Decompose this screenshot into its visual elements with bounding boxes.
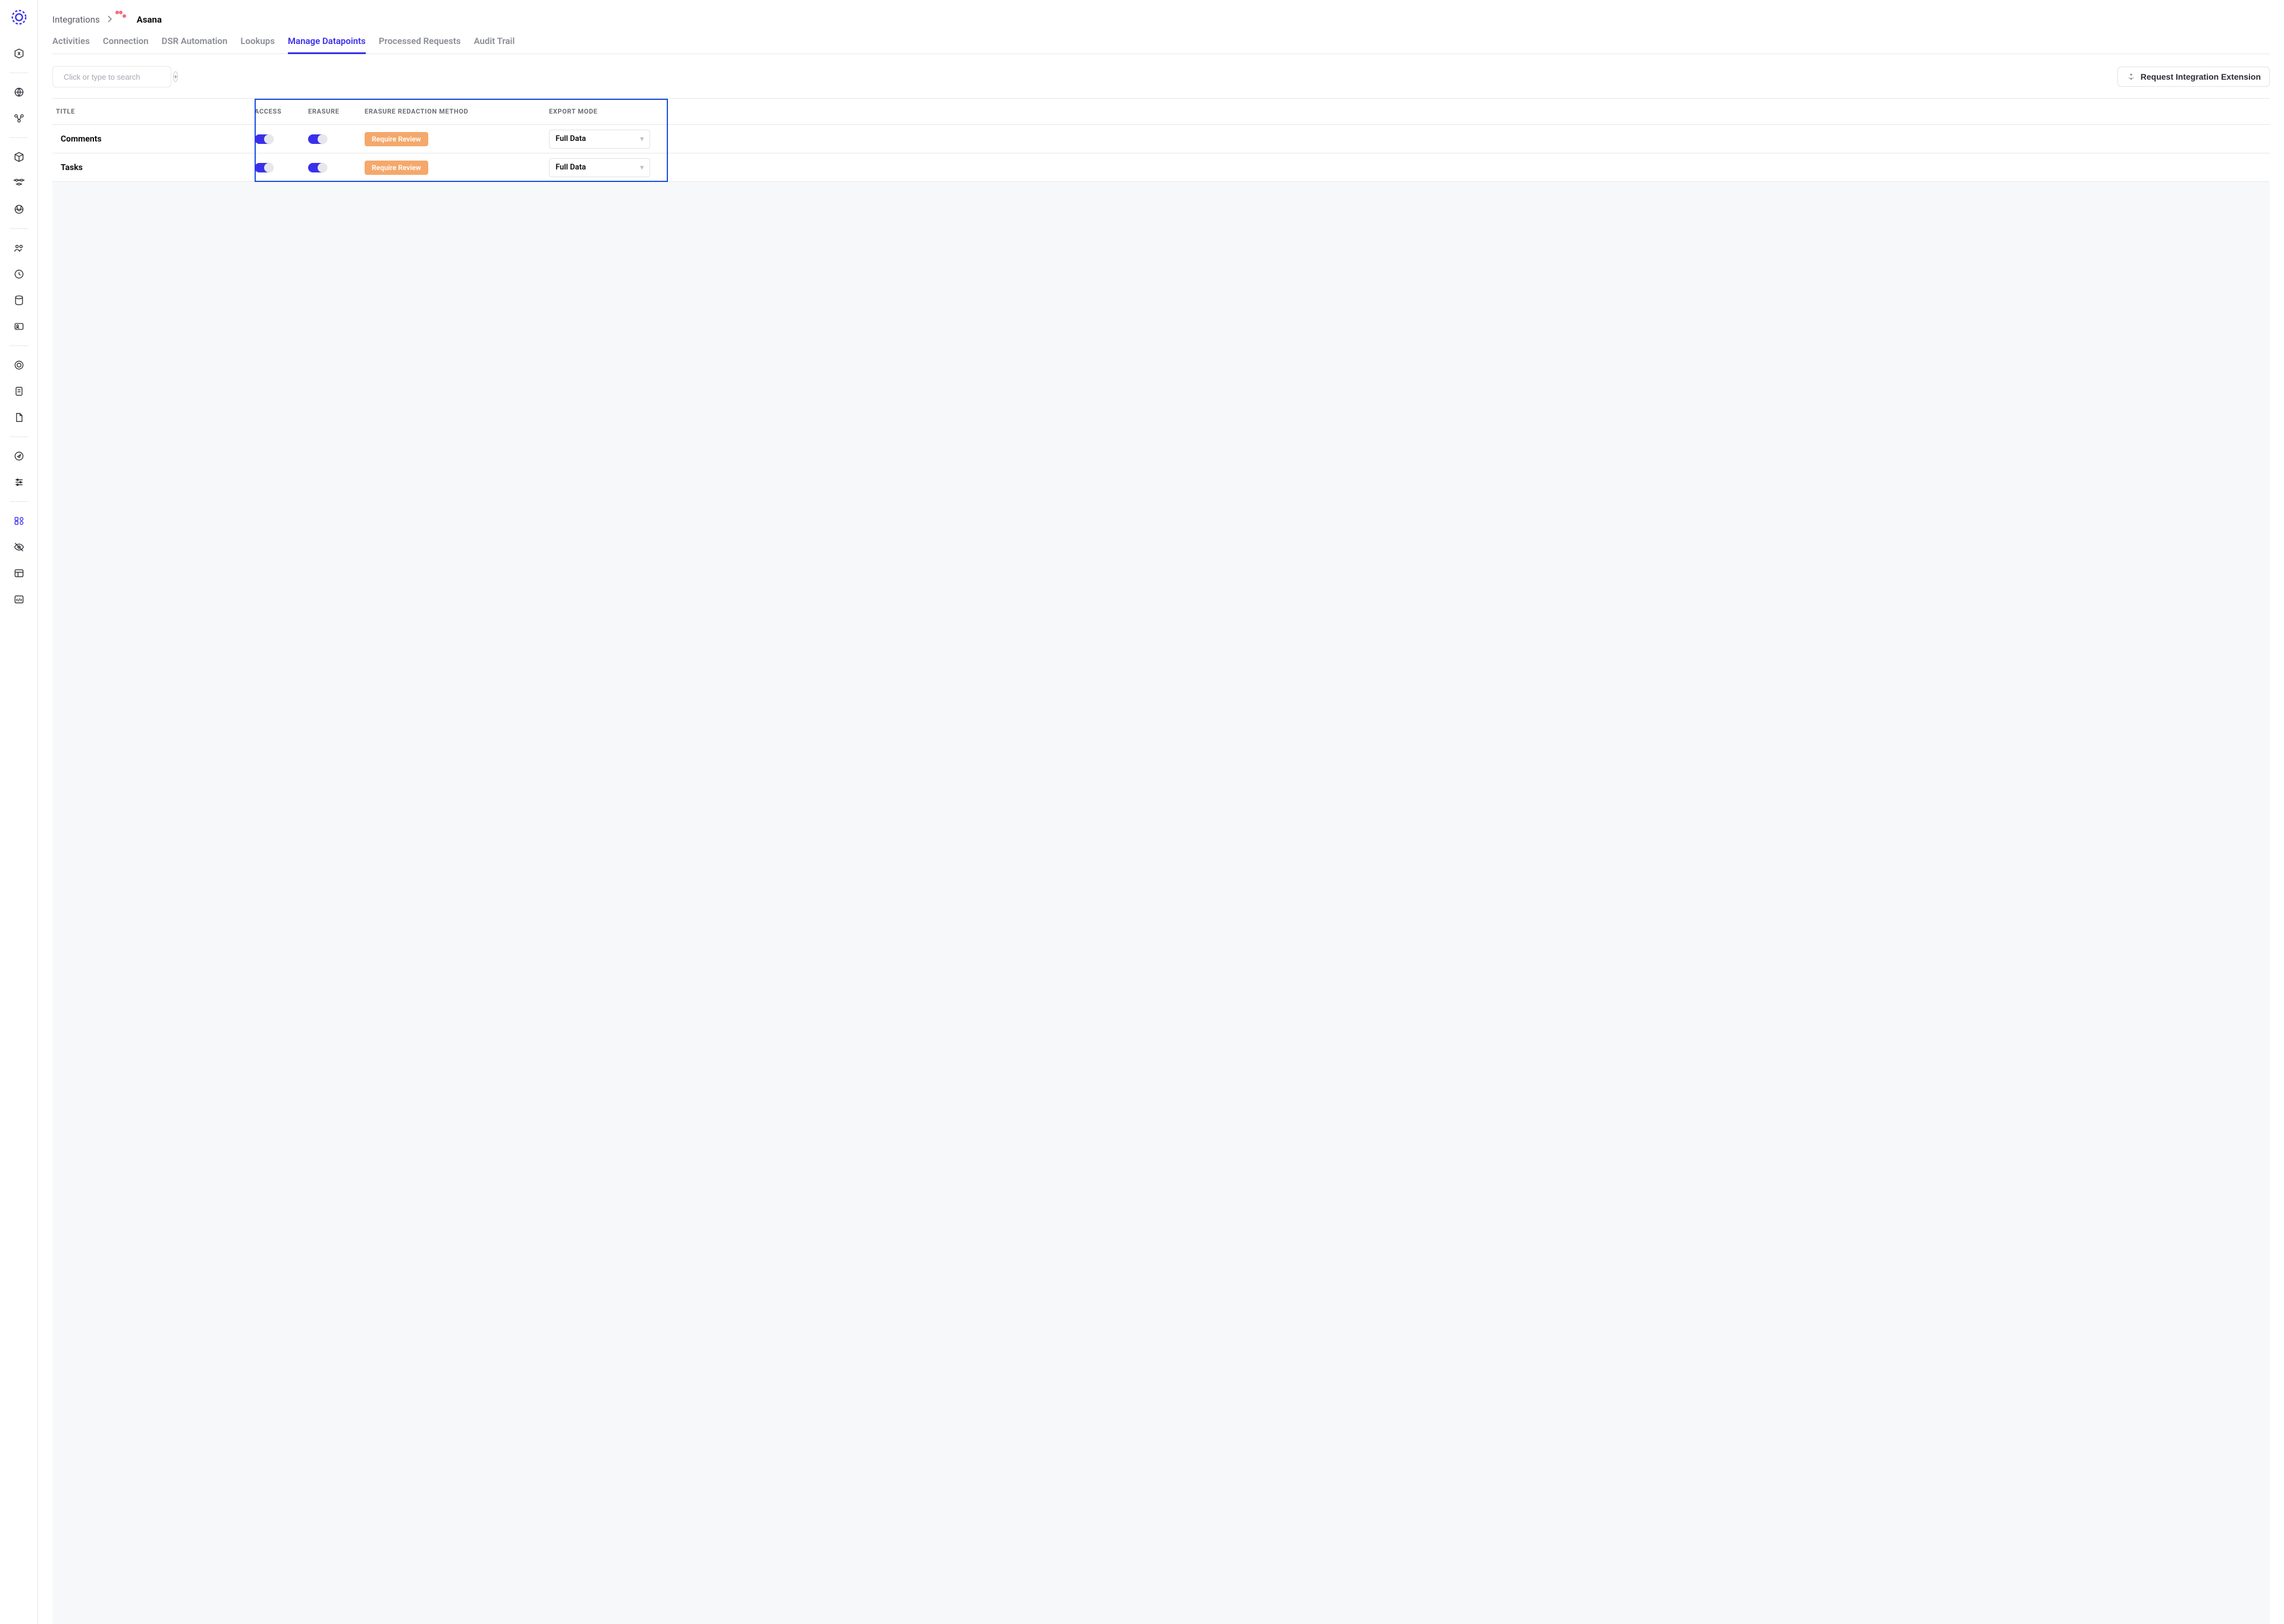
tab-audit-trail[interactable]: Audit Trail: [474, 36, 515, 54]
main-content: Integrations Asana Activities Connection…: [38, 0, 2284, 1624]
tab-manage-datapoints[interactable]: Manage Datapoints: [288, 36, 366, 54]
col-redaction: ERASURE REDACTION METHOD: [365, 108, 549, 115]
nav-id-icon[interactable]: [10, 317, 29, 336]
nav-document-icon[interactable]: [10, 382, 29, 401]
redaction-badge[interactable]: Require Review: [365, 132, 428, 146]
request-extension-label: Request Integration Extension: [2141, 72, 2261, 81]
nav-compass-icon[interactable]: [10, 447, 29, 466]
nav-people-icon[interactable]: [10, 238, 29, 257]
nav-database-icon[interactable]: [10, 291, 29, 310]
nav-history-icon[interactable]: [10, 265, 29, 284]
nav-cube-icon[interactable]: [10, 147, 29, 167]
tabs: Activities Connection DSR Automation Loo…: [52, 36, 2270, 54]
nav-globe2-icon[interactable]: [10, 200, 29, 219]
nav-action-item-icon[interactable]: [10, 44, 29, 63]
nav-target-icon[interactable]: [10, 356, 29, 375]
col-export-mode: EXPORT MODE: [549, 108, 668, 115]
export-mode-value: Full Data: [556, 163, 586, 172]
chevron-down-icon: ▾: [640, 164, 644, 171]
sidebar-separator: [10, 228, 29, 229]
erasure-toggle[interactable]: [308, 163, 326, 172]
breadcrumb-current: Asana: [137, 14, 162, 25]
request-extension-button[interactable]: Request Integration Extension: [2117, 67, 2270, 87]
sidebar-separator: [10, 345, 29, 346]
col-erasure: ERASURE: [308, 108, 365, 115]
empty-area: [52, 182, 2270, 1624]
nav-file-icon[interactable]: [10, 408, 29, 427]
sidebar-separator: [10, 436, 29, 437]
chevron-down-icon: ▾: [640, 135, 644, 143]
chevron-right-icon: [107, 14, 112, 25]
nav-globe-icon[interactable]: [10, 83, 29, 102]
access-toggle[interactable]: [255, 134, 272, 144]
export-mode-select[interactable]: Full Data ▾: [549, 158, 650, 177]
nav-layout-icon[interactable]: [10, 564, 29, 583]
erasure-toggle[interactable]: [308, 134, 326, 144]
export-mode-select[interactable]: Full Data ▾: [549, 130, 650, 149]
sidebar: [0, 0, 38, 1624]
search-add-icon[interactable]: +: [173, 71, 178, 82]
nav-settings-lines-icon[interactable]: [10, 473, 29, 492]
row-title: Tasks: [52, 163, 255, 172]
app-logo-icon: [10, 8, 28, 26]
nav-nodes-icon[interactable]: [10, 109, 29, 128]
row-title: Comments: [52, 134, 255, 144]
table-header: TITLE ACCESS ERASURE ERASURE REDACTION M…: [52, 99, 2270, 125]
sparkle-icon: [2126, 72, 2136, 81]
breadcrumb-parent[interactable]: Integrations: [52, 14, 100, 25]
datapoints-table: TITLE ACCESS ERASURE ERASURE REDACTION M…: [52, 98, 2270, 1624]
col-access: ACCESS: [255, 108, 308, 115]
search-input[interactable]: [64, 73, 168, 81]
tab-activities[interactable]: Activities: [52, 36, 90, 54]
tab-connection[interactable]: Connection: [103, 36, 149, 54]
search-box[interactable]: +: [52, 66, 171, 87]
export-mode-value: Full Data: [556, 134, 586, 143]
table-row: Comments Require Review Full Data ▾: [52, 125, 2270, 153]
toolbar: + Request Integration Extension: [52, 66, 2270, 87]
asana-icon: [119, 14, 130, 25]
nav-eye-off-icon[interactable]: [10, 538, 29, 557]
col-title: TITLE: [52, 108, 255, 115]
redaction-badge[interactable]: Require Review: [365, 161, 428, 175]
table-row: Tasks Require Review Full Data ▾: [52, 153, 2270, 182]
nav-integrations-icon[interactable]: [10, 511, 29, 530]
access-toggle[interactable]: [255, 163, 272, 172]
breadcrumb: Integrations Asana: [52, 14, 2270, 25]
tab-processed-requests[interactable]: Processed Requests: [379, 36, 461, 54]
nav-cubes-icon[interactable]: [10, 174, 29, 193]
tab-lookups[interactable]: Lookups: [240, 36, 275, 54]
sidebar-separator: [10, 501, 29, 502]
nav-code-icon[interactable]: [10, 590, 29, 609]
sidebar-separator: [10, 137, 29, 138]
tab-dsr-automation[interactable]: DSR Automation: [162, 36, 228, 54]
